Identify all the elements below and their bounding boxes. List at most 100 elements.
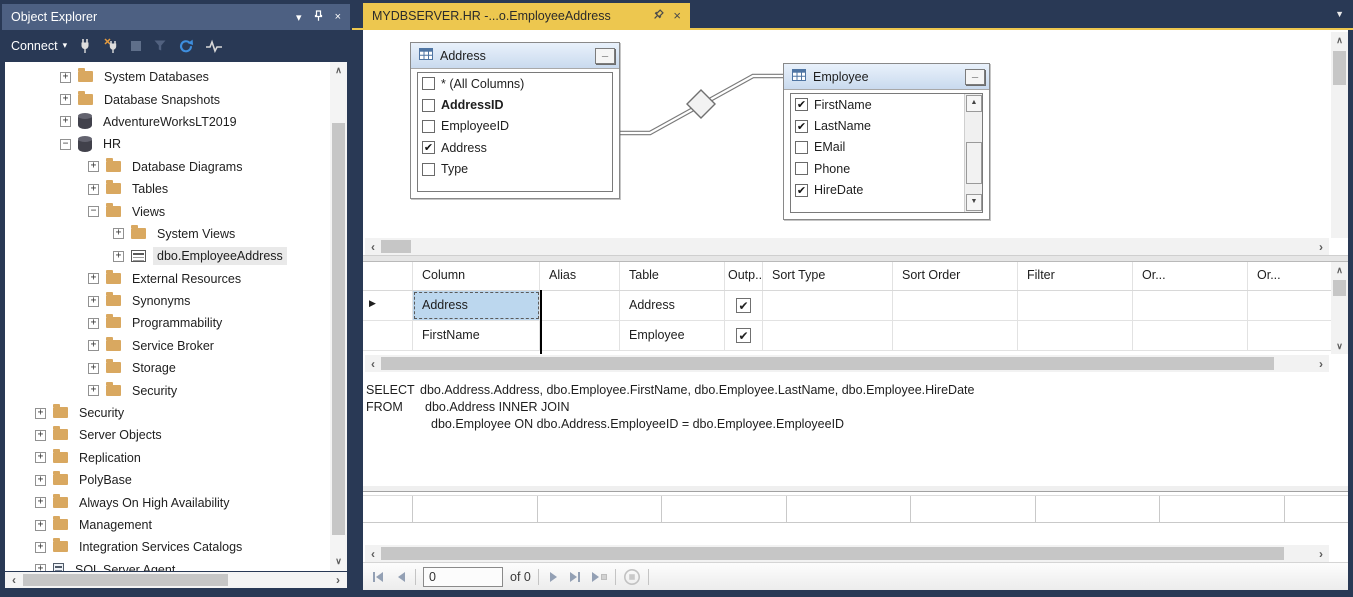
expand-icon[interactable]: + (35, 564, 46, 571)
tree-item-dbo-employeeaddress[interactable]: +dbo.EmployeeAddress (5, 245, 347, 267)
cell-sort-order[interactable] (893, 321, 1018, 350)
tree-item-tables[interactable]: +Tables (5, 178, 347, 200)
connect-button[interactable]: Connect ▾ (11, 39, 67, 53)
tree-item-integration-services-catalogs[interactable]: +Integration Services Catalogs (5, 536, 347, 558)
header-or2[interactable]: Or... (1248, 262, 1328, 290)
grid-row[interactable]: ▶ Address Address ✔ (363, 291, 1348, 321)
diagram-table-address[interactable]: Address _ * (All Columns) AddressID Empl… (410, 42, 620, 199)
expand-icon[interactable]: + (88, 340, 99, 351)
tree-vertical-scrollbar[interactable]: ∧ ∨ (330, 62, 347, 571)
header-sort-order[interactable]: Sort Order (893, 262, 1018, 290)
output-checkbox[interactable]: ✔ (736, 328, 751, 343)
tree-item-adventureworkslt2019[interactable]: +AdventureWorksLT2019 (5, 111, 347, 133)
scroll-up-icon[interactable]: ∧ (1331, 32, 1348, 48)
tree-item-security-db[interactable]: +Security (5, 379, 347, 401)
expand-icon[interactable]: + (35, 475, 46, 486)
expand-icon[interactable]: + (60, 94, 71, 105)
header-or1[interactable]: Or... (1133, 262, 1248, 290)
tree-item-database-diagrams[interactable]: +Database Diagrams (5, 156, 347, 178)
scroll-down-icon[interactable]: ▼ (966, 194, 982, 211)
cell-column[interactable]: FirstName (413, 321, 540, 350)
expand-icon[interactable]: + (35, 430, 46, 441)
header-column[interactable]: Column (413, 262, 540, 290)
column-row[interactable]: ✔HireDate (791, 180, 965, 201)
expand-icon[interactable]: + (60, 72, 71, 83)
tree-item-synonyms[interactable]: +Synonyms (5, 290, 347, 312)
cell-output[interactable]: ✔ (725, 321, 763, 350)
scroll-left-icon[interactable]: ‹ (365, 240, 381, 254)
cell-table[interactable]: Employee (620, 321, 725, 350)
header-table[interactable]: Table (620, 262, 725, 290)
cell-or2[interactable] (1248, 291, 1328, 320)
scrollbar-thumb[interactable] (332, 123, 345, 535)
tree-item-database-snapshots[interactable]: +Database Snapshots (5, 88, 347, 110)
expand-icon[interactable]: + (35, 408, 46, 419)
column-row[interactable]: * (All Columns) (418, 73, 612, 94)
column-row[interactable]: EmployeeID (418, 116, 612, 137)
sql-pane[interactable]: SELECTdbo.Address.Address, dbo.Employee.… (363, 379, 1348, 483)
checkbox[interactable] (795, 141, 808, 154)
header-alias[interactable]: Alias (540, 262, 620, 290)
close-icon[interactable]: × (335, 11, 341, 23)
scrollbar-thumb[interactable] (381, 547, 1284, 560)
checkbox[interactable] (422, 163, 435, 176)
column-row[interactable]: ✔Address (418, 137, 612, 158)
diagram-pane[interactable]: Address _ * (All Columns) AddressID Empl… (363, 30, 1348, 238)
scroll-left-icon[interactable]: ‹ (365, 357, 381, 371)
cell-table[interactable]: Address (620, 291, 725, 320)
scrollbar-thumb[interactable] (381, 240, 411, 253)
column-row[interactable]: ✔LastName (791, 115, 965, 136)
column-row[interactable]: Type (418, 159, 612, 180)
diagram-table-employee[interactable]: Employee _ ✔FirstName ✔LastName EMail Ph… (783, 63, 990, 220)
cell-sort-type[interactable] (763, 321, 893, 350)
scroll-right-icon[interactable]: › (1313, 547, 1329, 561)
expand-icon[interactable]: + (88, 318, 99, 329)
grid-row[interactable]: FirstName Employee ✔ (363, 321, 1348, 351)
expand-icon[interactable]: + (113, 228, 124, 239)
scroll-right-icon[interactable]: › (1313, 240, 1329, 254)
document-tab[interactable]: MYDBSERVER.HR -...o.EmployeeAddress × (363, 3, 690, 28)
cell-filter[interactable] (1018, 321, 1133, 350)
checkbox[interactable]: ✔ (422, 141, 435, 154)
cell-sort-type[interactable] (763, 291, 893, 320)
tree-item-management[interactable]: +Management (5, 514, 347, 536)
previous-record-button[interactable] (394, 570, 408, 584)
expand-icon[interactable]: + (35, 542, 46, 553)
close-icon[interactable]: × (673, 9, 681, 22)
object-explorer-titlebar[interactable]: Object Explorer ▾ × (2, 4, 350, 30)
column-list-scrollbar[interactable]: ▲ ▼ (964, 94, 982, 212)
collapse-icon[interactable]: − (60, 139, 71, 150)
expand-icon[interactable]: + (88, 184, 99, 195)
scroll-right-icon[interactable]: › (1313, 357, 1329, 371)
tree-item-views[interactable]: −Views (5, 200, 347, 222)
first-record-button[interactable] (371, 570, 387, 584)
header-sort-type[interactable]: Sort Type (763, 262, 893, 290)
checkbox[interactable] (422, 77, 435, 90)
cell-filter[interactable] (1018, 291, 1133, 320)
checkbox[interactable] (422, 99, 435, 112)
scroll-right-icon[interactable]: › (329, 573, 347, 587)
expand-icon[interactable]: + (88, 296, 99, 307)
tree-item-replication[interactable]: +Replication (5, 447, 347, 469)
diagram-vertical-scrollbar[interactable]: ∧ ∨ (1331, 32, 1348, 238)
output-checkbox[interactable]: ✔ (736, 298, 751, 313)
pin-icon[interactable] (652, 9, 664, 23)
cell-column[interactable]: Address (413, 291, 540, 320)
cell-or1[interactable] (1133, 291, 1248, 320)
results-horizontal-scrollbar[interactable]: ‹ › (365, 545, 1329, 562)
column-row[interactable]: AddressID (418, 94, 612, 115)
results-row-selector[interactable] (363, 496, 413, 522)
results-cell[interactable] (1285, 496, 1349, 522)
expand-icon[interactable]: + (88, 363, 99, 374)
scroll-down-icon[interactable]: ∨ (1331, 338, 1348, 354)
scroll-down-icon[interactable]: ∨ (330, 553, 347, 569)
scroll-left-icon[interactable]: ‹ (365, 547, 381, 561)
tree-item-polybase[interactable]: +PolyBase (5, 469, 347, 491)
cell-or1[interactable] (1133, 321, 1248, 350)
expand-icon[interactable]: + (113, 251, 124, 262)
column-row[interactable]: Phone (791, 158, 965, 179)
checkbox[interactable] (422, 120, 435, 133)
header-output[interactable]: Outp... (725, 262, 763, 290)
criteria-grid[interactable]: Column Alias Table Outp... Sort Type Sor… (363, 262, 1348, 354)
document-well-dropdown-icon[interactable]: ▼ (1335, 9, 1344, 19)
